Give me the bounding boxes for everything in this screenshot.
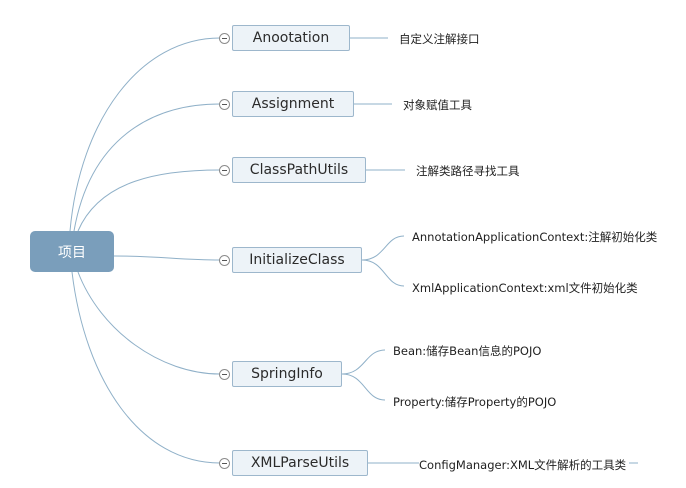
branch-assignment[interactable]: Assignment [232,91,354,117]
leaf-label: 注解类路径寻找工具 [416,164,520,178]
leaf-topic[interactable]: Property:储存Property的POJO [393,394,556,410]
leaf-topic[interactable]: Bean:储存Bean信息的POJO [393,343,541,359]
branch-springinfo[interactable]: SpringInfo [232,361,342,387]
leaf-topic[interactable]: 对象赋值工具 [403,97,472,113]
leaf-connector [341,349,386,375]
root-branch-connector [69,37,221,232]
leaf-topic[interactable]: ConfigManager:XML文件解析的工具类 [419,457,630,473]
collapse-toggle-icon[interactable] [219,165,230,176]
leaf-label: Bean:储存Bean信息的POJO [393,344,542,358]
branch-initializeclass[interactable]: InitializeClass [232,247,362,273]
branch-anootation[interactable]: Anootation [232,25,350,51]
branch-xmlparseutils[interactable]: XMLParseUtils [232,450,368,476]
root-branch-connector [113,255,221,261]
leaf-connector [341,373,386,401]
leaf-connector [361,235,405,261]
leaf-label: Property:储存Property的POJO [393,395,557,409]
branch-label: Anootation [252,30,330,46]
branch-classpathutils[interactable]: ClassPathUtils [232,157,366,183]
collapse-toggle-icon[interactable] [219,33,230,44]
leaf-label: XmlApplicationContext:xml文件初始化类 [412,281,638,295]
branch-label: ClassPathUtils [249,162,349,178]
branch-label: XMLParseUtils [250,455,350,471]
collapse-toggle-icon[interactable] [219,369,230,380]
root-branch-connector [71,271,221,464]
leaf-label: ConfigManager:XML文件解析的工具类 [419,458,627,472]
branch-label: InitializeClass [249,252,345,268]
branch-label: SpringInfo [251,366,323,382]
branch-label: Assignment [251,96,335,112]
root-node[interactable]: 项目 [30,231,114,272]
root-branch-connector [77,271,221,375]
leaf-topic[interactable]: 注解类路径寻找工具 [416,163,520,179]
leaf-topic[interactable]: AnnotationApplicationContext:注解初始化类 [412,229,657,245]
collapse-toggle-icon[interactable] [219,458,230,469]
root-branch-connector [73,103,221,232]
leaf-connector [361,259,405,287]
collapse-toggle-icon[interactable] [219,99,230,110]
leaf-label: AnnotationApplicationContext:注解初始化类 [412,230,658,244]
collapse-toggle-icon[interactable] [219,255,230,266]
leaf-topic[interactable]: 自定义注解接口 [399,31,480,47]
root-label: 项目 [58,244,86,261]
root-branch-connector [77,169,221,232]
leaf-label: 自定义注解接口 [399,32,480,46]
leaf-topic[interactable]: XmlApplicationContext:xml文件初始化类 [412,280,638,296]
leaf-label: 对象赋值工具 [403,98,472,112]
